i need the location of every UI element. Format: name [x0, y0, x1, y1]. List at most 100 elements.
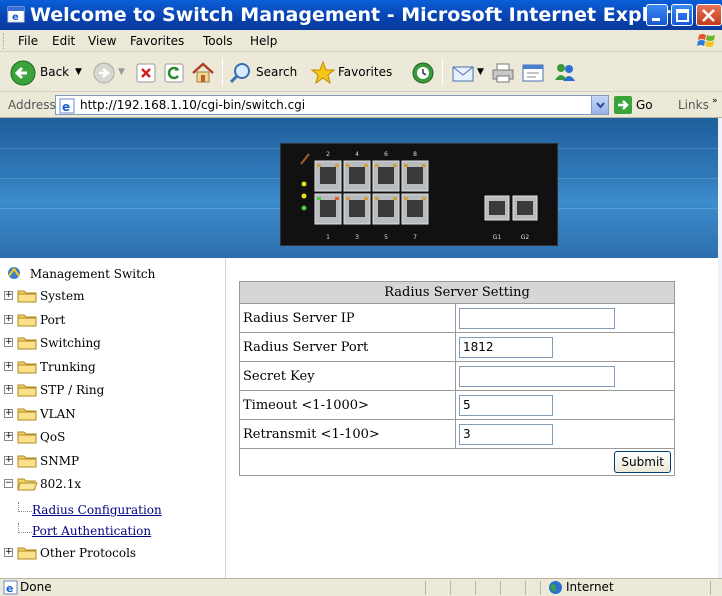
go-arrow-icon[interactable] [614, 96, 632, 114]
folder-wrap [16, 406, 38, 425]
forward-arrow-icon[interactable] [92, 60, 116, 86]
table-cell [455, 303, 675, 333]
menu-favorites[interactable]: Favorites [130, 34, 184, 48]
menu-help[interactable]: Help [250, 34, 277, 48]
menu-tools[interactable]: Tools [203, 34, 233, 48]
mail-dropdown-icon[interactable]: ▼ [477, 67, 484, 77]
status-led [301, 205, 307, 211]
address-dropdown-button[interactable] [591, 96, 608, 114]
folder-icon [17, 431, 37, 444]
port-socket [320, 200, 336, 217]
port-led [346, 164, 350, 167]
port-socket [349, 167, 365, 184]
print-icon[interactable] [490, 60, 516, 86]
nav-item-label: SNMP [40, 453, 80, 468]
collapse-toggle-icon[interactable]: − [4, 479, 13, 488]
back-dropdown-icon[interactable]: ▼ [75, 67, 82, 77]
port-led [404, 197, 408, 200]
table-row: Timeout <1-1000> [239, 390, 675, 420]
expand-toggle-icon[interactable]: + [4, 338, 13, 347]
links-chevron-icon[interactable]: » [712, 96, 718, 106]
nav-root[interactable]: Management Switch [6, 266, 155, 281]
expand-toggle-icon[interactable]: + [4, 455, 13, 465]
back-button-label[interactable]: Back [40, 65, 69, 79]
stop-icon[interactable] [135, 60, 157, 86]
maximize-button[interactable] [671, 4, 693, 26]
expand-toggle-icon[interactable]: + [4, 547, 13, 557]
history-icon[interactable] [410, 60, 436, 86]
secret-key-input[interactable] [459, 365, 615, 387]
page-done-icon: e [3, 580, 18, 595]
folder-wrap [16, 429, 38, 448]
table-cell [455, 419, 675, 449]
search-button-label[interactable]: Search [256, 65, 297, 79]
minimize-button[interactable] [646, 4, 668, 26]
folder-wrap [16, 359, 38, 378]
folder-wrap [16, 382, 38, 401]
expand-toggle-icon[interactable]: + [4, 291, 13, 300]
port-socket [489, 201, 505, 215]
page-ie-icon: e [59, 98, 75, 114]
expand-toggle-icon[interactable]: + [4, 314, 13, 324]
folder-icon [17, 361, 37, 373]
expand-toggle-icon[interactable]: + [4, 408, 13, 418]
retransmit-input[interactable] [459, 423, 553, 445]
submit-cell: Submit [239, 448, 675, 476]
favorites-star-icon[interactable] [310, 60, 336, 86]
folder-wrap [16, 288, 38, 307]
port-number-label: 2 [326, 151, 330, 158]
table-cell [455, 390, 675, 420]
port-socket [349, 200, 365, 217]
table-row: Radius Server IP [239, 303, 675, 333]
port-number-label: 7 [413, 234, 417, 241]
toolbar-separator [222, 58, 223, 86]
table-cell [455, 361, 675, 391]
status-divider [540, 581, 541, 595]
submit-button[interactable]: Submit [614, 451, 671, 473]
expand-toggle-icon[interactable]: + [4, 361, 13, 371]
favorites-button-label[interactable]: Favorites [338, 65, 392, 79]
port-number-label: 6 [384, 151, 388, 158]
port-number-label: 4 [355, 151, 359, 158]
port-led [364, 164, 368, 167]
forward-dropdown-icon[interactable]: ▼ [118, 67, 125, 77]
port-number-label: G1 [493, 234, 502, 241]
nav-subitem-link[interactable]: Radius Configuration [32, 503, 162, 517]
radius-server-port-input[interactable] [459, 336, 553, 358]
home-icon[interactable] [190, 60, 216, 86]
radius-server-ip-input[interactable] [459, 307, 615, 329]
port-number-label: 3 [355, 234, 359, 241]
refresh-icon[interactable] [163, 60, 185, 86]
toolbar: Back ▼ ▼ Search Favorites ▼ [0, 52, 722, 92]
menu-grip [3, 33, 5, 49]
nav-item-label: STP / Ring [40, 383, 105, 397]
address-url[interactable]: http://192.168.1.10/cgi-bin/switch.cgi [80, 98, 305, 112]
menu-file[interactable]: File [18, 34, 38, 48]
table-row: Secret Key [239, 361, 675, 391]
menu-edit[interactable]: Edit [52, 34, 75, 48]
timeout-label: Timeout <1-1000> [239, 390, 456, 420]
messenger-icon[interactable] [552, 60, 578, 86]
edit-icon[interactable] [520, 60, 546, 86]
chevron-down-icon [596, 102, 605, 109]
status-led [301, 181, 307, 187]
back-arrow-icon[interactable] [10, 60, 36, 86]
address-field[interactable]: e http://192.168.1.10/cgi-bin/switch.cgi [55, 95, 609, 115]
vertical-scrollbar[interactable] [718, 118, 722, 578]
expand-toggle-icon[interactable]: + [4, 432, 13, 441]
menu-view[interactable]: View [88, 34, 116, 48]
nav-subitem-link[interactable]: Port Authentication [32, 524, 151, 538]
svg-text:e: e [62, 100, 70, 114]
mail-icon[interactable] [450, 60, 476, 86]
folder-open-icon [17, 478, 38, 491]
folder-icon [17, 337, 37, 350]
status-divider [525, 581, 526, 595]
close-button[interactable] [696, 4, 722, 26]
expand-toggle-icon[interactable]: + [4, 385, 13, 394]
port-socket [407, 167, 423, 184]
timeout-input[interactable] [459, 394, 553, 416]
search-icon[interactable] [228, 60, 254, 86]
links-label[interactable]: Links [678, 98, 709, 112]
go-button-label[interactable]: Go [636, 98, 653, 112]
folder-icon [17, 455, 37, 467]
